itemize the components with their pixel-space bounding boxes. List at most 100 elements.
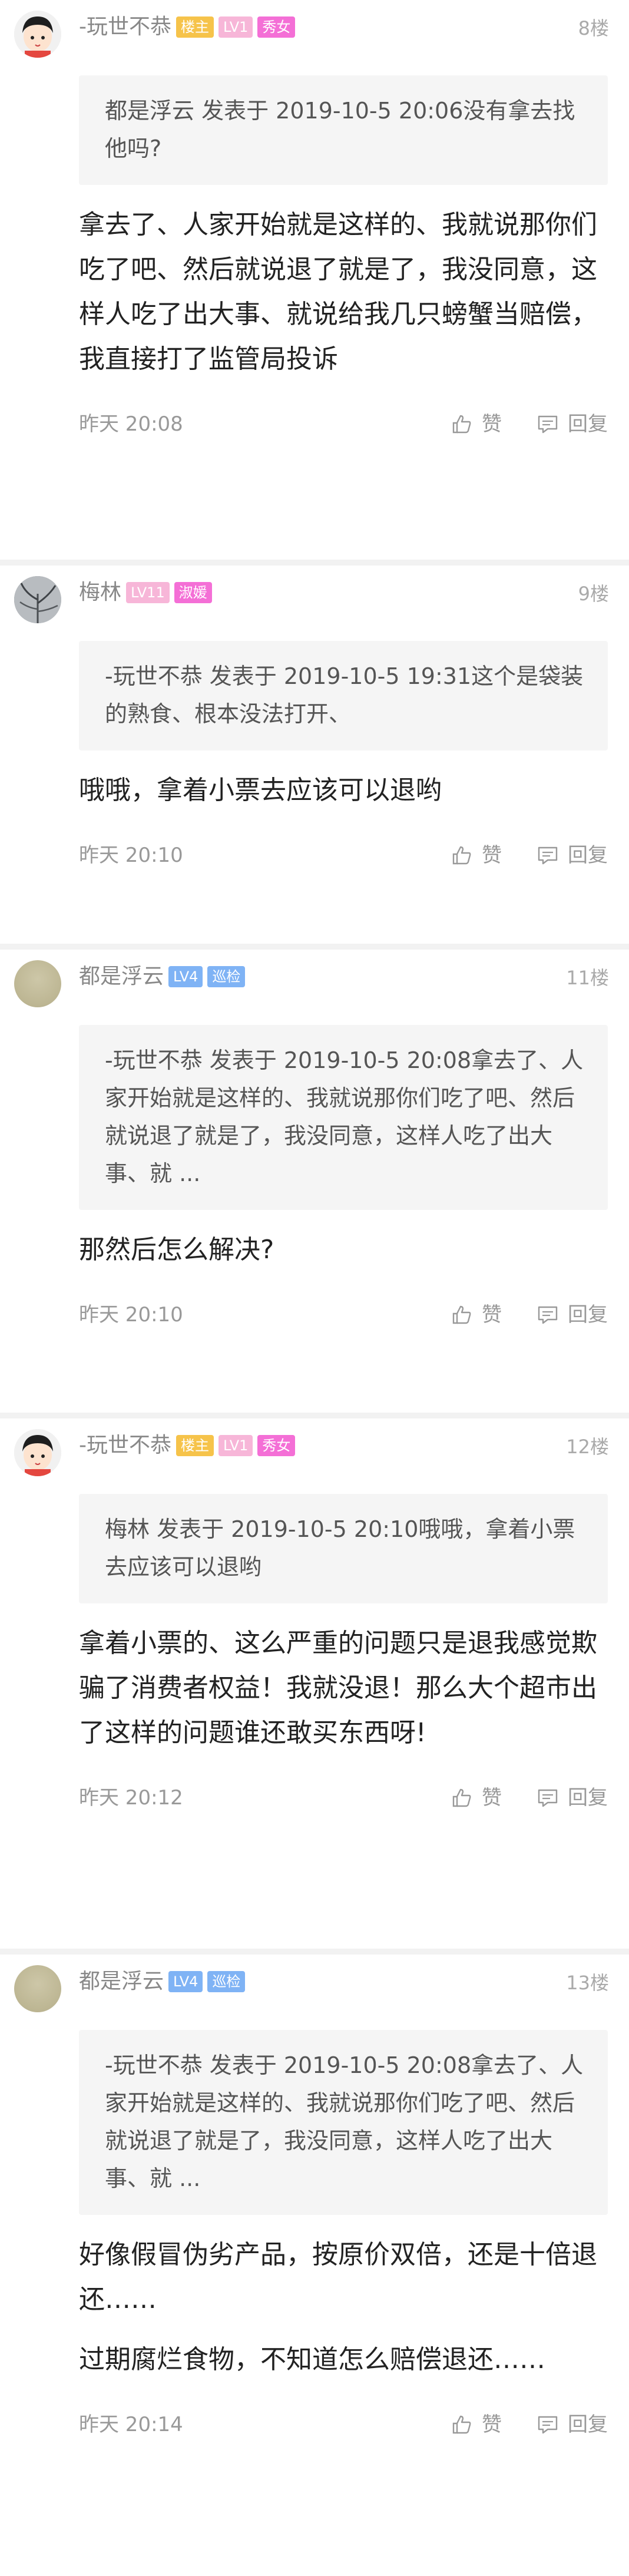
post-content: 那然后怎么解决?: [79, 1210, 608, 1272]
username[interactable]: 都是浮云: [79, 1967, 164, 1996]
avatar[interactable]: [14, 1965, 61, 2012]
post-footer: 昨天 20:14 赞 回复: [79, 2398, 608, 2459]
post-actions: 赞 回复: [416, 410, 608, 438]
thumbs-up-icon: [452, 846, 471, 865]
post-floor-13: 都是浮云 LV4 巡检 13楼 -玩世不恭 发表于 2019-10-5 20:0…: [0, 1955, 629, 2576]
thumbs-up-icon: [452, 1788, 471, 1807]
like-button[interactable]: 赞: [450, 410, 502, 438]
post-floor-9: 梅林 LV11 淑媛 9楼 -玩世不恭 发表于 2019-10-5 19:31这…: [0, 566, 629, 950]
username[interactable]: -玩世不恭: [79, 13, 171, 41]
reply-label: 回复: [568, 1303, 608, 1327]
comment-icon: [538, 1789, 558, 1807]
post-floor-8: -玩世不恭 楼主 LV1 秀女 8楼 都是浮云 发表于 2019-10-5 20…: [0, 0, 629, 566]
post-time: 昨天 20:10: [79, 1303, 183, 1327]
level-badge: LV1: [219, 16, 253, 38]
username[interactable]: 都是浮云: [79, 963, 164, 991]
username[interactable]: 梅林: [79, 578, 121, 607]
post-header: 都是浮云 LV4 巡检 11楼: [0, 950, 629, 1025]
post-actions: 赞 回复: [416, 1784, 608, 1812]
level-badge: LV4: [168, 966, 203, 987]
content-paragraph: 好像假冒伪劣产品，按原价双倍，还是十倍退还……: [79, 2240, 597, 2314]
content-paragraph: 过期腐烂食物，不知道怎么赔偿退还……: [79, 2344, 545, 2375]
quote-block: 梅林 发表于 2019-10-5 20:10哦哦，拿着小票去应该可以退哟: [79, 1494, 608, 1603]
content-paragraph: 哦哦，拿着小票去应该可以退哟: [79, 775, 442, 805]
like-button[interactable]: 赞: [450, 841, 502, 869]
like-button[interactable]: 赞: [450, 1301, 502, 1329]
username-row: -玩世不恭 楼主 LV1 秀女: [79, 13, 296, 41]
post-footer: 昨天 20:12 赞 回复: [79, 1771, 608, 1832]
post-floor-11: 都是浮云 LV4 巡检 11楼 -玩世不恭 发表于 2019-10-5 20:0…: [0, 950, 629, 1418]
username-row: 梅林 LV11 淑媛: [79, 578, 212, 607]
reply-button[interactable]: 回复: [536, 410, 608, 438]
reply-button[interactable]: 回复: [536, 841, 608, 869]
post-floor-12: -玩世不恭 楼主 LV1 秀女 12楼 梅林 发表于 2019-10-5 20:…: [0, 1418, 629, 1955]
floor-number: 8楼: [578, 17, 609, 39]
avatar[interactable]: [14, 11, 61, 58]
floor-number: 13楼: [566, 1972, 609, 1994]
cartoon-avatar-icon: [14, 1429, 61, 1476]
title-badge: 秀女: [257, 16, 296, 38]
cartoon-avatar-icon: [14, 11, 61, 58]
reply-button[interactable]: 回复: [536, 1301, 608, 1329]
post-header: 都是浮云 LV4 巡检 13楼: [0, 1955, 629, 2030]
title-badge: 巡检: [207, 1971, 246, 1992]
content-paragraph: 拿去了、人家开始就是这样的、我就说那你们吃了吧、然后就说退了就是了，我没同意，这…: [79, 210, 597, 374]
post-time: 昨天 20:12: [79, 1786, 183, 1810]
thumbs-up-icon: [452, 415, 471, 434]
like-label: 赞: [482, 844, 502, 867]
like-label: 赞: [482, 1303, 502, 1327]
floor-number: 12楼: [566, 1436, 609, 1458]
title-badge: 巡检: [207, 966, 246, 987]
like-button[interactable]: 赞: [450, 2410, 502, 2439]
post-actions: 赞 回复: [416, 2410, 608, 2439]
post-footer: 昨天 20:08 赞 回复: [79, 397, 608, 458]
reply-label: 回复: [568, 1786, 608, 1810]
quote-block: 都是浮云 发表于 2019-10-5 20:06没有拿去找他吗?: [79, 75, 608, 185]
host-badge: 楼主: [176, 16, 214, 38]
avatar[interactable]: [14, 576, 61, 623]
post-content: 好像假冒伪劣产品，按原价双倍，还是十倍退还…… 过期腐烂食物，不知道怎么赔偿退还…: [79, 2215, 608, 2382]
reply-button[interactable]: 回复: [536, 1784, 608, 1812]
post-footer: 昨天 20:10 赞 回复: [79, 828, 608, 889]
content-paragraph: 拿着小票的、这么严重的问题只是退我感觉欺骗了消费者权益！我就没退！那么大个超市出…: [79, 1628, 597, 1748]
post-header: -玩世不恭 楼主 LV1 秀女 8楼: [0, 0, 629, 75]
title-badge: 淑媛: [174, 582, 212, 603]
post-content: 拿去了、人家开始就是这样的、我就说那你们吃了吧、然后就说退了就是了，我没同意，这…: [79, 185, 608, 382]
like-label: 赞: [482, 412, 502, 436]
post-time: 昨天 20:08: [79, 412, 183, 436]
like-label: 赞: [482, 1786, 502, 1810]
like-label: 赞: [482, 2413, 502, 2436]
quote-block: -玩世不恭 发表于 2019-10-5 19:31这个是袋装的熟食、根本没法打开…: [79, 641, 608, 750]
reply-label: 回复: [568, 2413, 608, 2436]
thumbs-up-icon: [452, 2415, 471, 2434]
like-button[interactable]: 赞: [450, 1784, 502, 1812]
comment-icon: [538, 1306, 558, 1324]
avatar[interactable]: [14, 960, 61, 1007]
post-actions: 赞 回复: [416, 1301, 608, 1329]
level-badge: LV11: [126, 582, 170, 603]
host-badge: 楼主: [176, 1435, 214, 1456]
username[interactable]: -玩世不恭: [79, 1431, 171, 1460]
reply-label: 回复: [568, 844, 608, 867]
level-badge: LV4: [168, 1971, 203, 1992]
username-row: 都是浮云 LV4 巡检: [79, 1967, 246, 1996]
username-row: -玩世不恭 楼主 LV1 秀女: [79, 1431, 296, 1460]
reply-label: 回复: [568, 412, 608, 436]
reply-button[interactable]: 回复: [536, 2410, 608, 2439]
comment-icon: [538, 415, 558, 434]
plant-avatar-icon: [14, 576, 61, 623]
title-badge: 秀女: [257, 1435, 296, 1456]
post-footer: 昨天 20:10 赞 回复: [79, 1288, 608, 1349]
thumbs-up-icon: [452, 1305, 471, 1324]
post-header: 梅林 LV11 淑媛 9楼: [0, 566, 629, 641]
content-paragraph: 那然后怎么解决?: [79, 1235, 274, 1265]
floor-number: 11楼: [566, 967, 609, 989]
avatar[interactable]: [14, 1429, 61, 1476]
post-time: 昨天 20:10: [79, 844, 183, 867]
post-time: 昨天 20:14: [79, 2413, 183, 2436]
post-content: 拿着小票的、这么严重的问题只是退我感觉欺骗了消费者权益！我就没退！那么大个超市出…: [79, 1603, 608, 1755]
username-row: 都是浮云 LV4 巡检: [79, 963, 246, 991]
quote-block: -玩世不恭 发表于 2019-10-5 20:08拿去了、人家开始就是这样的、我…: [79, 1025, 608, 1210]
quote-block: -玩世不恭 发表于 2019-10-5 20:08拿去了、人家开始就是这样的、我…: [79, 2030, 608, 2215]
comment-icon: [538, 2416, 558, 2434]
